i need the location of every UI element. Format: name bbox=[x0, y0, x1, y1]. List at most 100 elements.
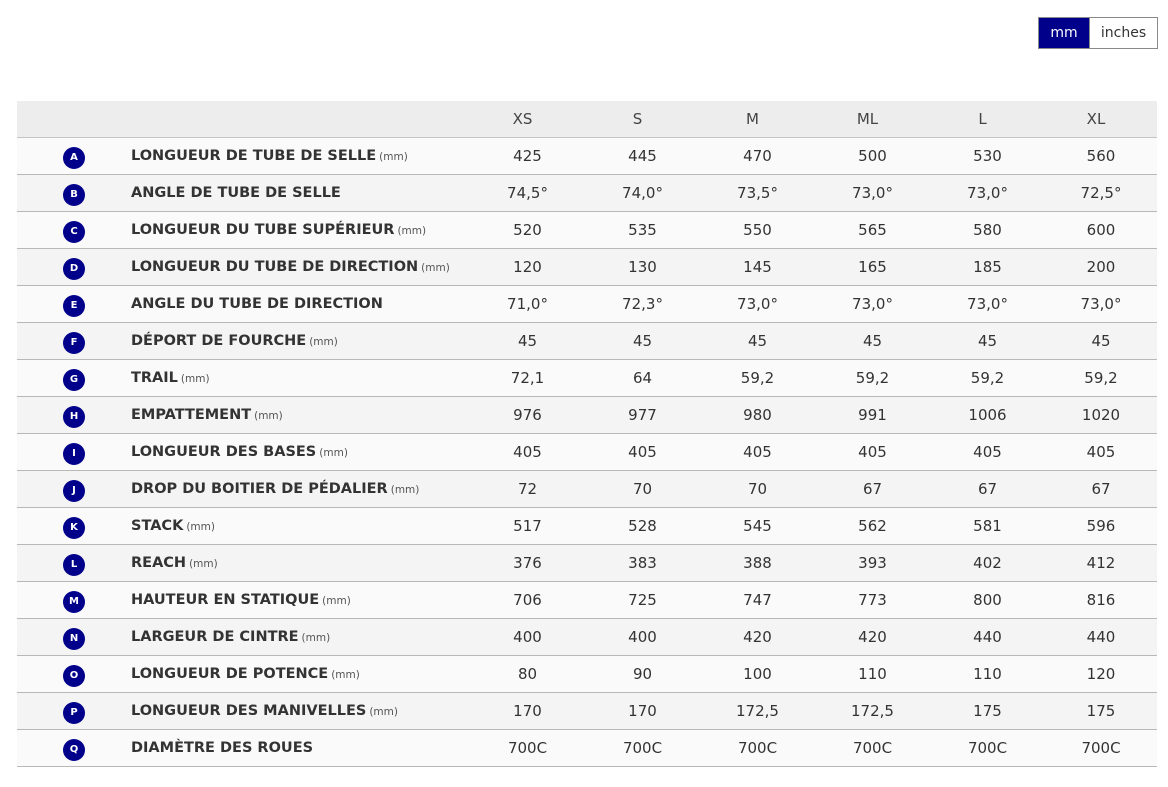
measurement-label: LARGEUR DE CINTRE bbox=[131, 629, 299, 645]
header-letter bbox=[17, 101, 131, 138]
value-cell-xs: 976 bbox=[470, 396, 585, 434]
value-cell-l: 59,2 bbox=[930, 359, 1045, 397]
value-cell-s: 528 bbox=[585, 507, 700, 545]
value-cell-xs: 74,5° bbox=[470, 174, 585, 212]
table-row: D LONGUEUR DU TUBE DE DIRECTION (mm) 120 130… bbox=[17, 248, 1157, 286]
measurement-unit: (mm) bbox=[186, 521, 215, 533]
letter-cell: G bbox=[17, 359, 131, 397]
measurement-letter-badge: E bbox=[63, 294, 85, 317]
value-cell-ml: 991 bbox=[815, 396, 930, 434]
value-cell-ml: 45 bbox=[815, 322, 930, 360]
value-cell-xl: 405 bbox=[1045, 433, 1157, 471]
measurement-unit: (mm) bbox=[301, 632, 331, 644]
measurement-label-cell: LONGUEUR DES MANIVELLES (mm) bbox=[131, 692, 470, 730]
value-cell-xs: 71,0° bbox=[470, 285, 585, 323]
measurement-unit: (mm) bbox=[369, 706, 398, 718]
letter-cell: I bbox=[17, 433, 131, 471]
size-header-l: L bbox=[930, 101, 1045, 138]
letter-cell: C bbox=[17, 211, 131, 249]
value-cell-m: 388 bbox=[700, 544, 815, 582]
measurement-label: LONGUEUR DU TUBE SUPÉRIEUR bbox=[131, 222, 395, 238]
measurement-label: EMPATTEMENT bbox=[131, 407, 252, 423]
letter-cell: A bbox=[17, 137, 131, 175]
value-cell-ml: 73,0° bbox=[815, 285, 930, 323]
size-header-m: M bbox=[700, 101, 815, 138]
measurement-letter-badge: Q bbox=[63, 738, 85, 761]
measurement-label-cell: EMPATTEMENT (mm) bbox=[131, 396, 470, 434]
measurement-unit: (mm) bbox=[421, 262, 450, 274]
measurement-label: LONGUEUR DU TUBE DE DIRECTION bbox=[131, 259, 419, 275]
unit-toggle[interactable]: mm inches bbox=[1038, 17, 1158, 49]
size-header-xs: XS bbox=[470, 101, 585, 138]
measurement-label-cell: LONGUEUR DU TUBE DE DIRECTION (mm) bbox=[131, 248, 470, 286]
measurement-label: STACK bbox=[131, 518, 184, 534]
measurement-label: DROP DU BOITIER DE PÉDALIER bbox=[131, 481, 388, 497]
value-cell-m: 700C bbox=[700, 729, 815, 767]
value-cell-m: 980 bbox=[700, 396, 815, 434]
value-cell-s: 70 bbox=[585, 470, 700, 508]
value-cell-l: 440 bbox=[930, 618, 1045, 656]
value-cell-ml: 172,5 bbox=[815, 692, 930, 730]
measurement-label-cell: HAUTEUR EN STATIQUE (mm) bbox=[131, 581, 470, 619]
value-cell-l: 700C bbox=[930, 729, 1045, 767]
value-cell-ml: 110 bbox=[815, 655, 930, 693]
unit-mm-button[interactable]: mm bbox=[1039, 18, 1090, 48]
value-cell-s: 405 bbox=[585, 433, 700, 471]
value-cell-m: 73,5° bbox=[700, 174, 815, 212]
size-header-ml: ML bbox=[815, 101, 930, 138]
value-cell-s: 90 bbox=[585, 655, 700, 693]
measurement-letter-badge: P bbox=[63, 701, 85, 724]
table-row: L REACH (mm) 376 383 388 393 402 412 bbox=[17, 544, 1157, 582]
value-cell-l: 530 bbox=[930, 137, 1045, 175]
letter-cell: Q bbox=[17, 729, 131, 767]
value-cell-xs: 520 bbox=[470, 211, 585, 249]
measurement-label: ANGLE DE TUBE DE SELLE bbox=[131, 185, 341, 201]
measurement-label: LONGUEUR DES MANIVELLES bbox=[131, 703, 367, 719]
table-row: N LARGEUR DE CINTRE (mm) 400 400 420 420 440 440 bbox=[17, 618, 1157, 656]
value-cell-s: 45 bbox=[585, 322, 700, 360]
value-cell-ml: 59,2 bbox=[815, 359, 930, 397]
value-cell-m: 145 bbox=[700, 248, 815, 286]
unit-inches-button[interactable]: inches bbox=[1090, 18, 1157, 48]
value-cell-xl: 1020 bbox=[1045, 396, 1157, 434]
measurement-unit: (mm) bbox=[322, 595, 351, 607]
value-cell-m: 550 bbox=[700, 211, 815, 249]
value-cell-l: 402 bbox=[930, 544, 1045, 582]
value-cell-m: 420 bbox=[700, 618, 815, 656]
value-cell-xl: 816 bbox=[1045, 581, 1157, 619]
measurement-unit: (mm) bbox=[331, 669, 360, 681]
value-cell-xs: 517 bbox=[470, 507, 585, 545]
value-cell-s: 700C bbox=[585, 729, 700, 767]
measurement-label-cell: LONGUEUR DU TUBE SUPÉRIEUR (mm) bbox=[131, 211, 470, 249]
value-cell-xl: 200 bbox=[1045, 248, 1157, 286]
value-cell-m: 59,2 bbox=[700, 359, 815, 397]
value-cell-xs: 405 bbox=[470, 433, 585, 471]
table-row: Q DIAMÈTRE DES ROUES 700C 700C 700C 700C 700C 7… bbox=[17, 729, 1157, 767]
measurement-label: TRAIL bbox=[131, 370, 178, 386]
measurement-letter-badge: N bbox=[63, 627, 85, 650]
value-cell-s: 535 bbox=[585, 211, 700, 249]
letter-cell: K bbox=[17, 507, 131, 545]
measurement-label-cell: REACH (mm) bbox=[131, 544, 470, 582]
value-cell-ml: 420 bbox=[815, 618, 930, 656]
measurement-unit: (mm) bbox=[309, 336, 338, 348]
measurement-unit: (mm) bbox=[189, 558, 218, 570]
measurement-letter-badge: F bbox=[63, 331, 85, 354]
measurement-label: LONGUEUR DE POTENCE bbox=[131, 666, 329, 682]
size-header-xl: XL bbox=[1045, 101, 1157, 138]
measurement-label-cell: DÉPORT DE FOURCHE (mm) bbox=[131, 322, 470, 360]
measurement-unit: (mm) bbox=[254, 410, 283, 422]
value-cell-m: 100 bbox=[700, 655, 815, 693]
measurement-unit: (mm) bbox=[390, 484, 420, 496]
measurement-letter-badge: I bbox=[63, 442, 85, 465]
value-cell-s: 725 bbox=[585, 581, 700, 619]
value-cell-l: 73,0° bbox=[930, 285, 1045, 323]
value-cell-ml: 67 bbox=[815, 470, 930, 508]
table-row: M HAUTEUR EN STATIQUE (mm) 706 725 747 773 800 8… bbox=[17, 581, 1157, 619]
table-row: F DÉPORT DE FOURCHE (mm) 45 45 45 45 45 45 bbox=[17, 322, 1157, 360]
table-header-row: XS S M ML L XL bbox=[17, 101, 1157, 138]
value-cell-l: 45 bbox=[930, 322, 1045, 360]
measurement-label-cell: LONGUEUR DES BASES (mm) bbox=[131, 433, 470, 471]
measurement-letter-badge: M bbox=[63, 590, 85, 613]
value-cell-m: 172,5 bbox=[700, 692, 815, 730]
